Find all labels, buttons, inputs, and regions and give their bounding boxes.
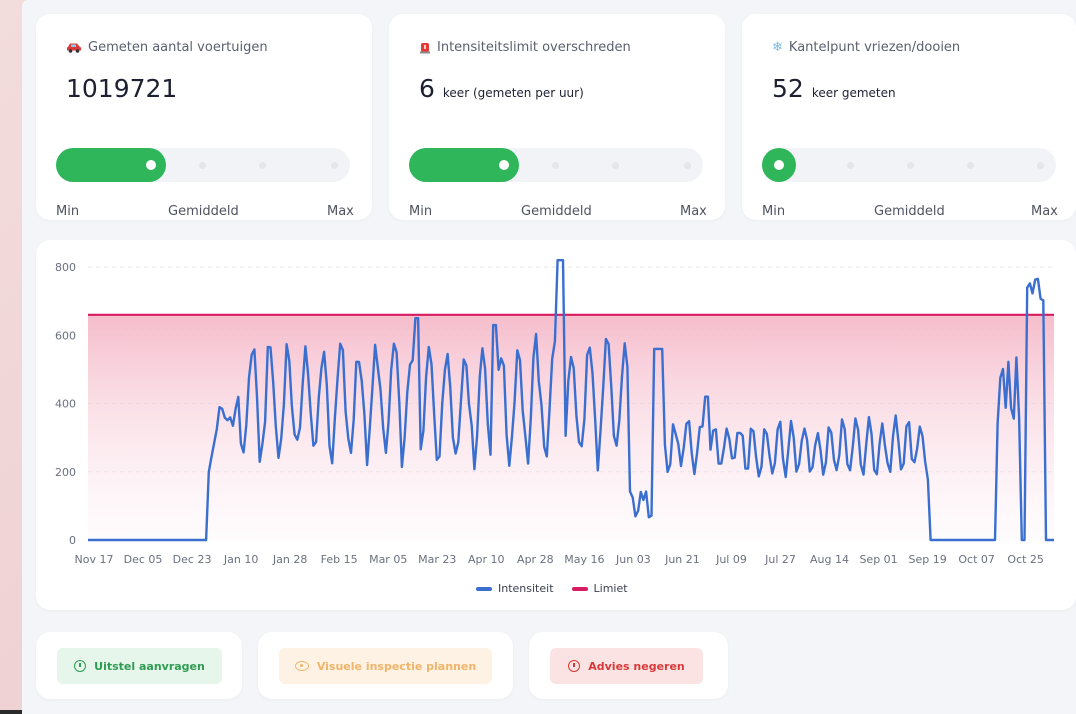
legend-label: Limiet — [593, 582, 628, 595]
level-dot — [1037, 162, 1044, 169]
level-dot — [684, 162, 691, 169]
scale-max: Max — [680, 204, 707, 219]
car-icon — [67, 43, 81, 53]
action-card-inspection: Visuele inspectie plannen — [258, 632, 513, 699]
level-dot — [259, 162, 266, 169]
stat-value: 6 keer (gemeten per uur) — [419, 74, 584, 103]
level-dot — [847, 162, 854, 169]
legend-item-intensity[interactable]: Intensiteit — [476, 582, 554, 595]
scale-min: Min — [409, 204, 433, 219]
chart-legend: Intensiteit Limiet — [476, 582, 628, 595]
legend-label: Intensiteit — [498, 582, 554, 595]
eye-icon — [294, 661, 309, 671]
legend-item-limit[interactable]: Limiet — [571, 582, 628, 595]
scale-average: Gemiddeld — [168, 204, 239, 219]
dashboard-panel: Gemeten aantal voertuigen 1019721 Min Ge… — [22, 0, 1076, 714]
stat-card-vehicles: Gemeten aantal voertuigen 1019721 Min Ge… — [36, 14, 372, 220]
y-tick-label: 200 — [55, 466, 76, 479]
stat-value: 1019721 — [66, 74, 185, 103]
action-card-postpone: Uitstel aanvragen — [36, 632, 242, 699]
x-tick-label: Sep 19 — [908, 553, 946, 566]
x-tick-label: Jul 09 — [715, 553, 747, 566]
stat-unit: keer (gemeten per uur) — [442, 86, 584, 100]
y-tick-label: 600 — [55, 329, 76, 342]
level-dot — [552, 162, 559, 169]
clock-icon — [74, 660, 87, 672]
scale-max: Max — [327, 204, 354, 219]
x-tick-label: Apr 28 — [517, 553, 554, 566]
y-tick-label: 400 — [55, 398, 76, 411]
button-label: Visuele inspectie plannen — [316, 659, 477, 673]
scale-average: Gemiddeld — [874, 204, 945, 219]
stat-number: 1019721 — [66, 74, 178, 103]
x-tick-label: Apr 10 — [468, 553, 505, 566]
alarm-icon — [420, 43, 430, 54]
stat-number: 52 — [772, 74, 804, 103]
level-dot — [199, 162, 206, 169]
x-tick-label: Jun 21 — [664, 553, 700, 566]
x-tick-label: Oct 25 — [1007, 553, 1044, 566]
action-card-ignore: Advies negeren — [529, 632, 728, 699]
y-tick-label: 800 — [55, 261, 76, 274]
stat-number: 6 — [419, 74, 435, 103]
intensity-chart: 0 200 400 600 800 Nov 17 Dec 05 Dec 23 Jan 10 Ja… — [55, 259, 1054, 566]
snowflake-icon: ❄ — [772, 40, 783, 55]
stat-card-freeze-thaw: ❄ Kantelpunt vriezen/dooien 52 keer geme… — [742, 14, 1076, 220]
button-label: Uitstel aanvragen — [94, 659, 205, 673]
postpone-button[interactable]: Uitstel aanvragen — [57, 648, 222, 684]
clock-icon — [568, 660, 581, 672]
stat-card-intensity-limit: Intensiteitslimit overschreden 6 keer (g… — [389, 14, 725, 220]
level-slider — [56, 148, 350, 182]
x-tick-label: Dec 23 — [173, 553, 212, 566]
x-tick-label: Mar 05 — [369, 553, 407, 566]
level-dot — [907, 162, 914, 169]
level-dot — [612, 162, 619, 169]
stat-title: Intensiteitslimit overschreden — [419, 40, 631, 55]
level-knob — [499, 160, 509, 170]
x-tick-label: Oct 07 — [958, 553, 995, 566]
stat-unit: keer gemeten — [811, 86, 896, 100]
ignore-advice-button[interactable]: Advies negeren — [550, 648, 703, 684]
stat-title-text: Gemeten aantal voertuigen — [88, 40, 268, 55]
scale-min: Min — [56, 204, 80, 219]
scale-min: Min — [762, 204, 786, 219]
x-tick-label: Dec 05 — [124, 553, 163, 566]
intensity-chart-card: 0 200 400 600 800 Nov 17 Dec 05 Dec 23 Jan 10 Ja… — [36, 240, 1076, 610]
x-tick-label: Nov 17 — [75, 553, 114, 566]
x-tick-label: Mar 23 — [418, 553, 456, 566]
level-slider — [409, 148, 703, 182]
scale-average: Gemiddeld — [521, 204, 592, 219]
x-tick-label: Feb 15 — [321, 553, 358, 566]
stat-title: ❄ Kantelpunt vriezen/dooien — [772, 40, 960, 55]
x-tick-label: Jan 28 — [272, 553, 307, 566]
stat-title: Gemeten aantal voertuigen — [66, 40, 268, 55]
plan-inspection-button[interactable]: Visuele inspectie plannen — [279, 648, 492, 684]
legend-swatch — [571, 587, 588, 591]
scale-max: Max — [1031, 204, 1058, 219]
level-dot — [967, 162, 974, 169]
level-slider — [762, 148, 1056, 182]
level-dot — [331, 162, 338, 169]
y-tick-label: 0 — [69, 534, 76, 547]
x-tick-label: Jan 10 — [223, 553, 258, 566]
stat-title-text: Intensiteitslimit overschreden — [437, 40, 631, 55]
level-knob — [774, 160, 784, 170]
x-tick-label: Jun 03 — [615, 553, 651, 566]
stat-title-text: Kantelpunt vriezen/dooien — [788, 40, 961, 55]
x-tick-label: Aug 14 — [810, 553, 849, 566]
stat-value: 52 keer gemeten — [772, 74, 896, 103]
button-label: Advies negeren — [588, 659, 685, 673]
window-corner — [0, 710, 22, 714]
x-tick-label: Sep 01 — [859, 553, 897, 566]
level-knob — [146, 160, 156, 170]
legend-swatch — [476, 587, 492, 591]
x-tick-label: May 16 — [564, 553, 604, 566]
x-tick-label: Jul 27 — [764, 553, 796, 566]
